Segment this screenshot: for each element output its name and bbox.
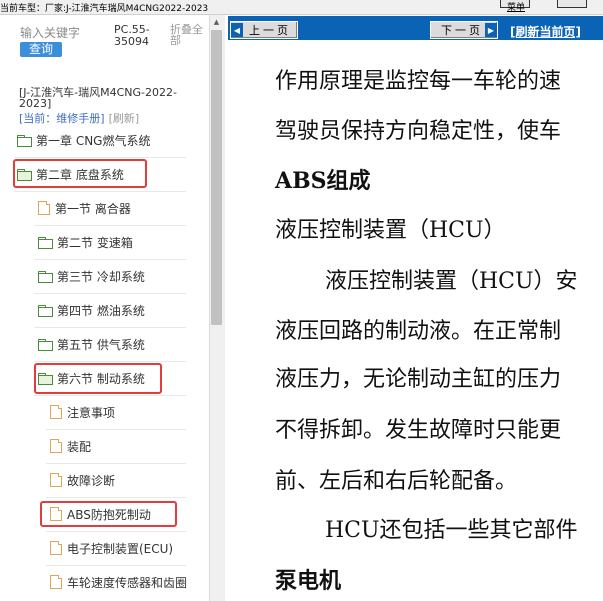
tree-item-section2[interactable]: 第二节 变速箱 [38, 225, 133, 259]
doc-paragraph: 液压回路的制动液。在正常制 [275, 319, 562, 344]
collapse-all-button[interactable]: 折叠全部 [170, 24, 206, 46]
document-icon [50, 405, 62, 419]
doc-paragraph: 液压控制装置（HCU）安 [325, 269, 578, 294]
tree-item-label: 第一章 CNG燃气系统 [36, 133, 151, 148]
folder-icon [38, 338, 53, 351]
refresh-page-link[interactable]: [刷新当前页] [510, 23, 581, 40]
arrow-right-icon: ▶ [485, 23, 497, 37]
tree-item-wheel-sensor[interactable]: 车轮速度传感器和齿圈 [50, 565, 187, 599]
tree-item-label: 车轮速度传感器和齿圈 [67, 575, 188, 590]
document-icon [50, 439, 62, 453]
doc-paragraph: 液压力，无论制动主缸的压力 [275, 367, 562, 392]
document-icon [50, 473, 62, 487]
tree-item-notes[interactable]: 注意事项 [50, 395, 115, 429]
tree-item-section5[interactable]: 第五节 供气系统 [38, 327, 145, 361]
doc-paragraph: HCU还包括一些其它部件 [325, 518, 578, 543]
doc-heading: 泵电机 [275, 568, 342, 594]
tree-item-diagnosis[interactable]: 故障诊断 [50, 463, 115, 497]
arrow-left-icon: ◀ [231, 23, 243, 37]
menu-link[interactable]: 菜单 [507, 0, 525, 13]
tree-item-section3[interactable]: 第三节 冷却系统 [38, 259, 145, 293]
tree-item-label: 第四节 燃油系统 [57, 303, 145, 318]
top-bar: 当前车型：厂家:J-江淮汽车瑞风M4CNG2022-2023 菜单 [0, 0, 603, 15]
highlight-box [34, 363, 162, 394]
search-button[interactable]: 查询 [20, 42, 62, 57]
doc-paragraph: 液压控制装置（HCU） [275, 218, 506, 243]
menu-box-right[interactable] [557, 0, 587, 8]
scroll-up-icon[interactable]: ▲ [211, 17, 222, 27]
pc-code: PC.55-35094 [114, 23, 150, 48]
next-page-label: 下一页 [441, 24, 483, 37]
folder-icon [38, 270, 53, 283]
doc-paragraph: 作用原理是监控每一车轮的速 [275, 69, 562, 94]
folder-icon [38, 236, 53, 249]
document-icon [38, 201, 50, 215]
folder-icon [17, 134, 32, 147]
next-page-button[interactable]: 下一页 ▶ [430, 21, 498, 39]
current-vehicle-label: 当前车型：厂家:J-江淮汽车瑞风M4CNG2022-2023 [0, 4, 209, 14]
tree-item-section4[interactable]: 第四节 燃油系统 [38, 293, 145, 327]
doc-paragraph: 驾驶员保持方向稳定性，使车 [275, 119, 562, 144]
tree-item-label: 装配 [67, 439, 92, 454]
book-title: [J-江淮汽车-瑞风M4CNG-2022-2023] [19, 86, 177, 110]
document-icon [50, 575, 62, 589]
document-icon [50, 541, 62, 555]
tree-item-label: 第五节 供气系统 [57, 337, 145, 352]
doc-paragraph: 前、左后和右后轮配备。 [275, 469, 518, 494]
tree-item-label: 电子控制装置(ECU) [67, 541, 174, 556]
prev-page-button[interactable]: ◀ 上一页 [230, 21, 298, 39]
prev-page-label: 上一页 [249, 24, 291, 37]
tree-item-assembly[interactable]: 装配 [50, 429, 91, 463]
scroll-thumb[interactable] [211, 30, 222, 325]
tree-item-label: 第一节 离合器 [55, 201, 131, 216]
tree-item-label: 故障诊断 [67, 473, 116, 488]
highlight-box [13, 159, 147, 188]
doc-paragraph: 不得拆卸。发生故障时只能更 [275, 418, 562, 443]
tree-item-label: 第三节 冷却系统 [57, 269, 145, 284]
doc-heading: ABS组成 [275, 168, 371, 194]
tree-item-label: 第二节 变速箱 [57, 235, 133, 250]
search-input[interactable]: 输入关键字 [20, 24, 80, 41]
folder-icon [38, 304, 53, 317]
tree-item-ecu[interactable]: 电子控制装置(ECU) [50, 531, 173, 565]
highlight-box [40, 501, 177, 527]
tree-item-section1[interactable]: 第一节 离合器 [38, 191, 131, 225]
tree-item-chapter1[interactable]: 第一章 CNG燃气系统 [17, 123, 150, 157]
tree-item-label: 注意事项 [67, 405, 116, 420]
